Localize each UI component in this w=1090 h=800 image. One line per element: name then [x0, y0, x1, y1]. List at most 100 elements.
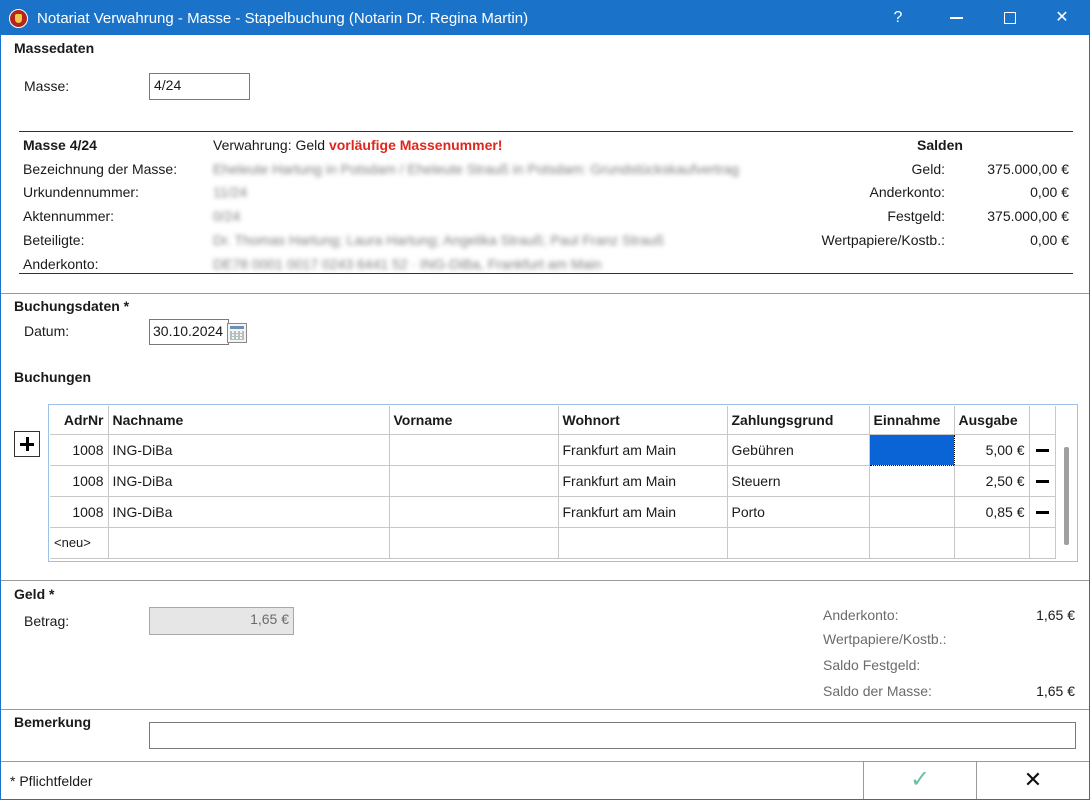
close-button[interactable]: ✕: [1035, 1, 1089, 35]
urkundennummer-label: Urkundennummer:: [23, 184, 139, 200]
minus-icon: [1035, 480, 1049, 484]
summary-festgeld-label: Saldo Festgeld:: [823, 657, 921, 673]
masse-label: Masse:: [24, 78, 70, 94]
beteiligte-value: Dr. Thomas Hartung; Laura Hartung; Angel…: [213, 232, 665, 248]
cell-new-row[interactable]: <neu>: [50, 527, 109, 559]
dialog-window: Notariat Verwahrung - Masse - Stapelbuch…: [0, 0, 1090, 800]
cell-zahlungsgrund[interactable]: Porto: [727, 496, 870, 528]
masse-info-header: Masse 4/24: [23, 137, 97, 153]
verwahrung-label: Verwahrung: Geld: [213, 137, 326, 153]
aktennummer-label: Aktennummer:: [23, 208, 115, 224]
beteiligte-label: Beteiligte:: [23, 232, 85, 248]
cell-nachname[interactable]: ING-DiBa: [108, 496, 390, 528]
cell-empty[interactable]: [954, 527, 1030, 559]
betrag-input: 1,65 €: [149, 607, 294, 635]
summary-saldo-label: Saldo der Masse:: [823, 683, 932, 699]
cell-nachname[interactable]: ING-DiBa: [108, 465, 390, 497]
cell-vorname[interactable]: [389, 465, 559, 497]
help-button[interactable]: ?: [871, 1, 925, 35]
section-divider-1: [1, 293, 1089, 294]
salden-wertpapiere-label: Wertpapiere/Kostb.:: [821, 232, 945, 248]
column-header-adrnr[interactable]: AdrNr: [50, 406, 109, 435]
buchungen-table[interactable]: AdrNr Nachname Vorname Wohnort Zahlungsg…: [48, 404, 1078, 562]
minus-icon: [1035, 511, 1049, 515]
close-icon: ✕: [1023, 767, 1043, 792]
cell-zahlungsgrund[interactable]: Gebühren: [727, 434, 870, 466]
datum-input[interactable]: 30.10.2024: [149, 319, 229, 345]
maximize-button[interactable]: [983, 1, 1037, 35]
notary-logo-icon: [9, 9, 28, 28]
salden-wertpapiere-value: 0,00 €: [1030, 232, 1069, 248]
table-row[interactable]: 1008 ING-DiBa Frankfurt am Main Gebühren…: [50, 433, 1056, 466]
delete-row-button[interactable]: [1029, 434, 1056, 466]
cell-empty[interactable]: [558, 527, 728, 559]
cell-empty[interactable]: [869, 527, 955, 559]
cancel-button[interactable]: ✕: [976, 761, 1089, 799]
geld-title: Geld *: [14, 586, 55, 602]
minimize-icon: [949, 17, 963, 19]
bemerkung-title: Bemerkung: [14, 714, 92, 730]
cell-vorname[interactable]: [389, 496, 559, 528]
cell-wohnort[interactable]: Frankfurt am Main: [558, 434, 728, 466]
summary-anderkonto-value: 1,65 €: [1036, 607, 1075, 623]
bezeichnung-label: Bezeichnung der Masse:: [23, 161, 178, 177]
cell-empty[interactable]: [389, 527, 559, 559]
salden-geld-value: 375.000,00 €: [987, 161, 1069, 177]
cell-ausgabe[interactable]: 5,00 €: [954, 434, 1030, 466]
calendar-icon[interactable]: [227, 323, 247, 343]
cell-zahlungsgrund[interactable]: Steuern: [727, 465, 870, 497]
delete-row-button[interactable]: [1029, 465, 1056, 497]
column-header-wohnort[interactable]: Wohnort: [558, 406, 728, 435]
delete-row-button[interactable]: [1029, 496, 1056, 528]
column-header-ausgabe[interactable]: Ausgabe: [954, 406, 1030, 435]
cell-nachname[interactable]: ING-DiBa: [108, 434, 390, 466]
table-header-row: AdrNr Nachname Vorname Wohnort Zahlungsg…: [50, 406, 1056, 435]
ok-button[interactable]: ✓: [863, 761, 976, 799]
bezeichnung-value: Eheleute Hartung in Potsdam / Eheleute S…: [213, 161, 740, 177]
massedaten-title: Massedaten: [14, 40, 95, 56]
aktennummer-value: 0/24: [213, 208, 241, 224]
cell-adrnr[interactable]: 1008: [50, 434, 109, 466]
cell-empty[interactable]: [108, 527, 390, 559]
salden-festgeld-label: Festgeld:: [887, 208, 945, 224]
table-row[interactable]: 1008 ING-DiBa Frankfurt am Main Porto 0,…: [50, 496, 1056, 528]
warning-text: vorläufige Massenummer!: [328, 137, 503, 153]
title-bar[interactable]: Notariat Verwahrung - Masse - Stapelbuch…: [1, 1, 1089, 35]
cell-einnahme[interactable]: [869, 496, 955, 528]
cell-vorname[interactable]: [389, 434, 559, 466]
masse-input[interactable]: 4/24: [149, 73, 250, 100]
cell-ausgabe[interactable]: 2,50 €: [954, 465, 1030, 497]
summary-saldo-value: 1,65 €: [1036, 683, 1075, 699]
table-scrollbar[interactable]: [1064, 447, 1069, 545]
bemerkung-input[interactable]: [149, 722, 1076, 749]
cell-einnahme-selected[interactable]: [868, 433, 955, 466]
minimize-button[interactable]: [929, 1, 983, 35]
verwahrung-info: Verwahrung: Geld vorläufige Massenummer!: [213, 137, 502, 153]
cell-adrnr[interactable]: 1008: [50, 465, 109, 497]
column-header-einnahme[interactable]: Einnahme: [869, 406, 955, 435]
add-row-button[interactable]: [14, 431, 40, 457]
table-row-new[interactable]: <neu>: [50, 527, 1056, 559]
checkmark-icon: ✓: [909, 766, 931, 793]
cell-wohnort[interactable]: Frankfurt am Main: [558, 465, 728, 497]
cell-empty: [1029, 527, 1056, 559]
minus-icon: [1035, 449, 1049, 453]
salden-anderkonto-label: Anderkonto:: [869, 184, 946, 200]
salden-geld-label: Geld:: [911, 161, 945, 177]
cell-einnahme[interactable]: [869, 465, 955, 497]
cell-ausgabe[interactable]: 0,85 €: [954, 496, 1030, 528]
column-header-vorname[interactable]: Vorname: [389, 406, 559, 435]
cell-wohnort[interactable]: Frankfurt am Main: [558, 496, 728, 528]
section-divider-2: [1, 580, 1089, 581]
column-header-nachname[interactable]: Nachname: [108, 406, 390, 435]
cell-empty[interactable]: [727, 527, 870, 559]
table-row[interactable]: 1008 ING-DiBa Frankfurt am Main Steuern …: [50, 465, 1056, 497]
summary-anderkonto-label: Anderkonto:: [823, 607, 899, 623]
betrag-label: Betrag:: [24, 613, 70, 629]
cell-adrnr[interactable]: 1008: [50, 496, 109, 528]
anderkonto-value: DE78 0001 0017 0243 6441 52 · ING-DiBa, …: [213, 256, 602, 272]
datum-label: Datum:: [24, 323, 70, 339]
buchungen-title: Buchungen: [14, 369, 91, 385]
column-header-zahlungsgrund[interactable]: Zahlungsgrund: [727, 406, 870, 435]
section-divider-3: [1, 709, 1089, 710]
